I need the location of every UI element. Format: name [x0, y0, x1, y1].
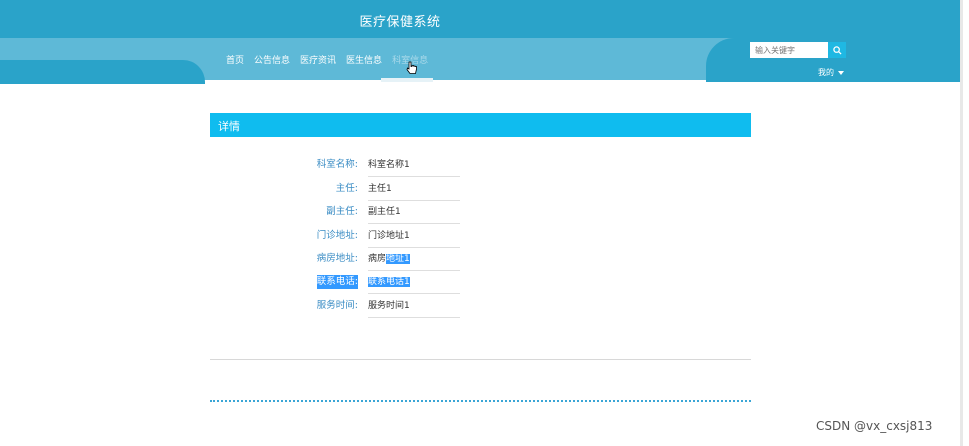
watermark: CSDN @vx_cxsj813	[816, 419, 933, 433]
field-row-phone: 联系电话: 联系电话1	[290, 275, 470, 295]
field-value: 主任1	[368, 182, 460, 201]
field-value-plain: 病房	[368, 254, 387, 264]
field-label: 副主任:	[326, 206, 358, 217]
nav-wave-left-decoration	[0, 60, 205, 84]
field-value: 门诊地址1	[368, 229, 460, 248]
nav-item-doctors[interactable]: 医生信息	[346, 53, 382, 66]
nav-item-home[interactable]: 首页	[226, 53, 244, 66]
field-row-ward-address: 病房地址: 病房地址1	[290, 252, 470, 272]
field-label: 科室名称:	[316, 159, 358, 170]
field-label: 主任:	[335, 183, 358, 194]
field-row-department-name: 科室名称: 科室名称1	[290, 158, 470, 178]
top-header-bar: 医疗保健系统	[0, 0, 960, 38]
field-label: 门诊地址:	[316, 230, 358, 241]
detail-card-header: 详情	[210, 113, 751, 137]
nav-item-announcements[interactable]: 公告信息	[254, 53, 290, 66]
user-menu[interactable]: 我的	[818, 67, 844, 78]
field-label: 病房地址:	[316, 253, 358, 264]
field-label: 服务时间:	[316, 300, 358, 311]
user-menu-label: 我的	[818, 68, 834, 77]
nav-item-medical-news[interactable]: 医疗资讯	[300, 53, 336, 66]
nav-active-indicator	[381, 78, 433, 82]
field-value: 科室名称1	[368, 158, 460, 177]
detail-card-title: 详情	[218, 120, 240, 133]
dotted-divider	[210, 400, 751, 402]
field-row-deputy-director: 副主任: 副主任1	[290, 205, 470, 225]
field-row-service-hours: 服务时间: 服务时间1	[290, 299, 470, 319]
field-value-selected: 联系电话1	[368, 277, 410, 287]
search-input[interactable]	[750, 42, 830, 58]
search-button[interactable]	[828, 42, 846, 58]
hand-cursor-icon	[406, 61, 417, 74]
site-title: 医疗保健系统	[359, 15, 441, 30]
caret-down-icon	[838, 70, 844, 75]
field-value: 病房地址1	[368, 252, 460, 271]
search-icon	[832, 45, 842, 55]
scrollbar-track[interactable]	[960, 0, 963, 446]
field-value: 联系电话1	[368, 275, 460, 294]
field-row-clinic-address: 门诊地址: 门诊地址1	[290, 229, 470, 249]
field-value: 副主任1	[368, 205, 460, 224]
field-row-director: 主任: 主任1	[290, 182, 470, 202]
field-value-selected: 地址1	[386, 254, 410, 264]
page: 医疗保健系统 首页 公告信息 医疗资讯 医生信息 科室信息 我的 详情 科室名称…	[0, 0, 969, 446]
field-label: 联系电话:	[316, 275, 358, 289]
section-divider	[210, 359, 751, 360]
field-value: 服务时间1	[368, 299, 460, 318]
